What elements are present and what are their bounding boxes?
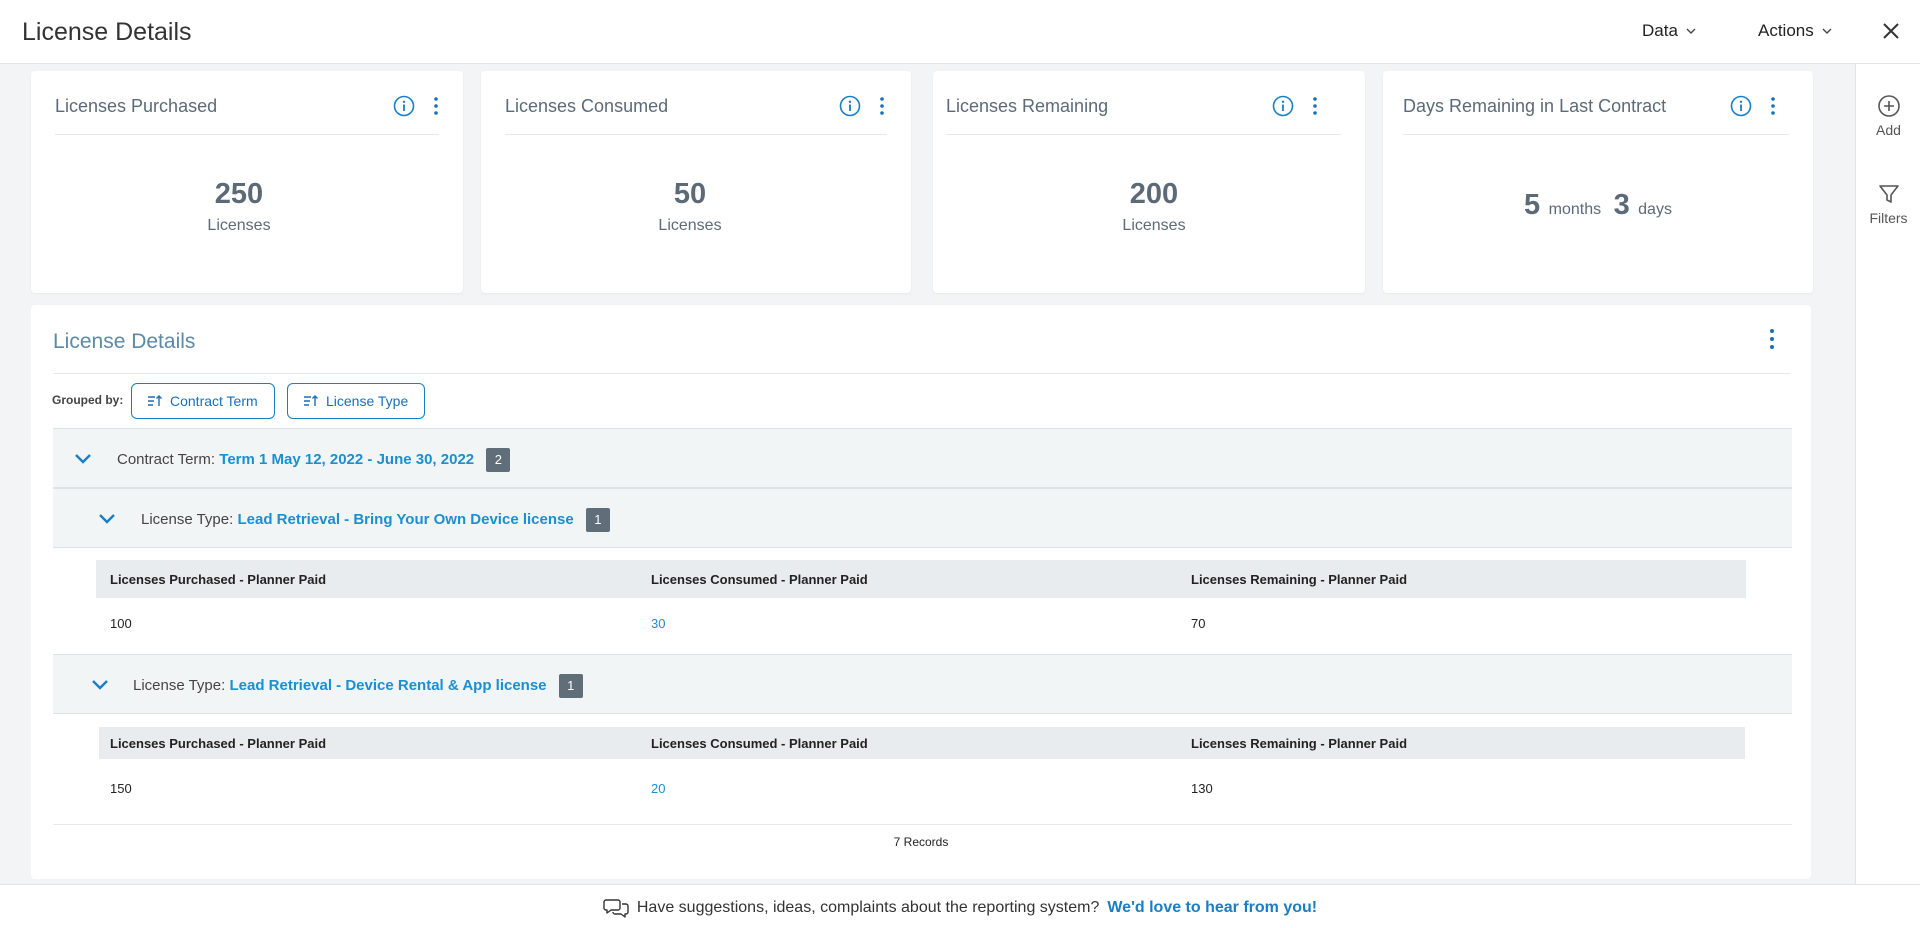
license-type-group-row: License Type: Lead Retrieval - Device Re… <box>53 654 1792 714</box>
card-unit: Licenses <box>658 217 722 234</box>
chip-label: Contract Term <box>170 393 258 409</box>
card-header: Days Remaining in Last Contract <box>1403 71 1789 135</box>
chevron-down-icon <box>1686 28 1696 34</box>
info-icon[interactable] <box>839 95 861 117</box>
table-row: 100 30 70 <box>96 598 1746 650</box>
right-rail: Add Filters <box>1855 64 1920 884</box>
cell-purchased: 100 <box>110 616 132 631</box>
card-header: Licenses Consumed <box>505 71 887 135</box>
cell-consumed-link[interactable]: 30 <box>651 616 665 631</box>
info-icon[interactable] <box>1272 95 1294 117</box>
filters-label: Filters <box>1869 210 1908 226</box>
license-details-panel: License Details Grouped by: Contract Ter… <box>31 305 1811 879</box>
column-header[interactable]: Licenses Consumed - Planner Paid <box>651 572 868 587</box>
info-icon[interactable] <box>1730 95 1752 117</box>
feedback-bar: Have suggestions, ideas, complaints abou… <box>603 897 1317 919</box>
feedback-text: Have suggestions, ideas, complaints abou… <box>636 899 1100 916</box>
card-title: Days Remaining in Last Contract <box>1403 96 1667 116</box>
group-chip-contract-term[interactable]: Contract Term <box>131 383 275 419</box>
months-label: months <box>1548 201 1602 218</box>
column-header[interactable]: Licenses Purchased - Planner Paid <box>110 572 326 587</box>
group-label: Contract Term: <box>117 450 216 468</box>
kebab-menu-icon[interactable] <box>1762 95 1784 117</box>
actions-menu-label: Actions <box>1758 21 1814 40</box>
column-header[interactable]: Licenses Consumed - Planner Paid <box>651 736 868 751</box>
kebab-menu-icon[interactable] <box>425 95 447 117</box>
card-unit: Licenses <box>207 217 271 234</box>
feedback-link[interactable]: We'd love to hear from you! <box>1107 899 1317 917</box>
duration-value: 5 months 3 days <box>1383 189 1813 222</box>
license-type-group-text: License Type: Lead Retrieval - Bring You… <box>141 508 610 532</box>
table-header: Licenses Purchased - Planner Paid Licens… <box>96 560 1746 598</box>
card-unit: Licenses <box>1122 217 1186 234</box>
card-licenses-purchased: Licenses Purchased 250 Licenses <box>31 71 463 293</box>
group-chip-license-type[interactable]: License Type <box>287 383 426 419</box>
chevron-down-icon[interactable] <box>73 449 93 469</box>
license-type-group-text: License Type: Lead Retrieval - Device Re… <box>133 674 583 698</box>
cell-consumed-link[interactable]: 20 <box>651 781 665 796</box>
count-badge: 2 <box>486 448 511 472</box>
add-label: Add <box>1876 122 1901 138</box>
contract-term-group-text: Contract Term: Term 1 May 12, 2022 - Jun… <box>117 448 511 472</box>
table-bottom-divider <box>53 824 1792 825</box>
contract-term-group-row: Contract Term: Term 1 May 12, 2022 - Jun… <box>53 428 1792 488</box>
card-title: Licenses Purchased <box>55 96 218 116</box>
group-value-link[interactable]: Lead Retrieval - Device Rental & App lic… <box>229 677 546 694</box>
panel-title: License Details <box>53 330 196 353</box>
days-value: 3 <box>1613 189 1630 221</box>
chevron-down-icon <box>1822 28 1832 34</box>
group-value-link[interactable]: Term 1 May 12, 2022 - June 30, 2022 <box>219 451 474 468</box>
card-value: 250 <box>214 178 264 210</box>
top-header: License Details Data Actions <box>0 0 1920 64</box>
group-value-link[interactable]: Lead Retrieval - Bring Your Own Device l… <box>237 511 573 528</box>
card-header: Licenses Purchased <box>55 71 439 135</box>
days-label: days <box>1638 201 1672 218</box>
chip-label: License Type <box>326 393 409 409</box>
cell-remaining: 70 <box>1191 616 1206 631</box>
grouped-by-label: Grouped by: <box>52 393 124 407</box>
column-header[interactable]: Licenses Remaining - Planner Paid <box>1191 572 1407 587</box>
kebab-menu-icon[interactable] <box>871 95 893 117</box>
add-button[interactable]: Add <box>1856 94 1920 138</box>
cell-remaining: 130 <box>1191 781 1213 796</box>
group-label: License Type: <box>133 676 226 694</box>
count-badge: 1 <box>558 674 583 698</box>
kebab-menu-icon[interactable] <box>1761 327 1783 351</box>
data-menu-label: Data <box>1642 21 1678 40</box>
cell-purchased: 150 <box>110 781 132 796</box>
card-licenses-consumed: Licenses Consumed 50 Licenses <box>481 71 911 293</box>
chevron-down-icon[interactable] <box>90 675 110 695</box>
table-header: Licenses Purchased - Planner Paid Licens… <box>99 727 1745 759</box>
kebab-menu-icon[interactable] <box>1304 95 1326 117</box>
sort-icon <box>148 395 162 406</box>
filter-icon <box>1878 185 1899 203</box>
license-type-group-row: License Type: Lead Retrieval - Bring You… <box>53 488 1792 548</box>
page-title: License Details <box>22 18 192 46</box>
feedback-footer: Have suggestions, ideas, complaints abou… <box>0 884 1920 928</box>
data-menu-button[interactable]: Data <box>1642 21 1696 41</box>
chevron-down-icon[interactable] <box>97 509 117 529</box>
add-circle-icon <box>1877 95 1900 117</box>
months-value: 5 <box>1524 189 1541 221</box>
column-header[interactable]: Licenses Purchased - Planner Paid <box>110 736 326 751</box>
group-label: License Type: <box>141 510 234 528</box>
count-badge: 1 <box>585 508 610 532</box>
card-header: Licenses Remaining <box>946 71 1341 135</box>
filters-button[interactable]: Filters <box>1856 182 1920 226</box>
panel-divider <box>53 373 1791 374</box>
card-value: 200 <box>1129 178 1179 210</box>
card-licenses-remaining: Licenses Remaining 200 Licenses <box>933 71 1365 293</box>
table-row: 150 20 130 <box>99 759 1749 811</box>
sort-icon <box>304 395 318 406</box>
close-icon[interactable] <box>1878 18 1904 44</box>
column-header[interactable]: Licenses Remaining - Planner Paid <box>1191 736 1407 751</box>
card-title: Licenses Consumed <box>505 96 669 116</box>
actions-menu-button[interactable]: Actions <box>1758 21 1832 41</box>
records-count: 7 Records <box>893 835 949 849</box>
chat-bubbles-icon <box>603 899 629 918</box>
card-title: Licenses Remaining <box>946 96 1109 116</box>
info-icon[interactable] <box>393 95 415 117</box>
card-days-remaining: Days Remaining in Last Contract 5 months… <box>1383 71 1813 293</box>
card-value: 50 <box>673 178 707 210</box>
